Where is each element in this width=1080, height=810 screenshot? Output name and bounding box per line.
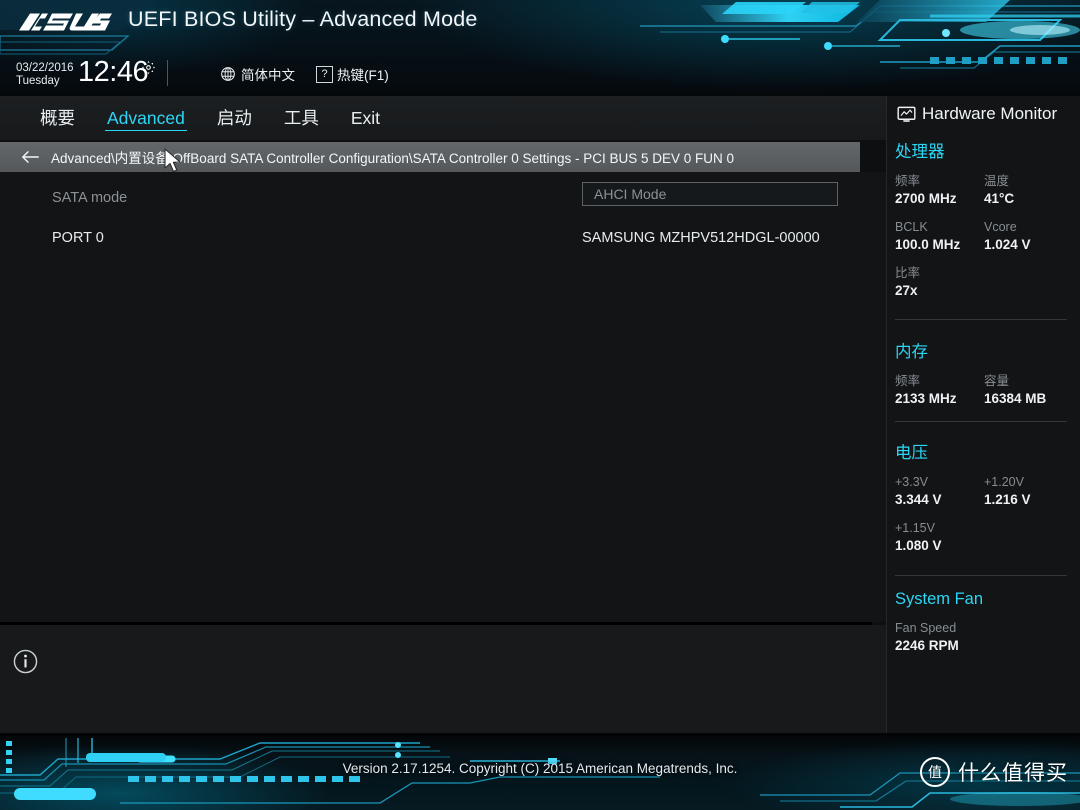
watermark-logo-icon: 值: [920, 757, 950, 787]
date-value: 03/22/2016: [16, 62, 74, 74]
gear-icon[interactable]: [141, 60, 156, 75]
hw-value: 41°C: [984, 191, 1015, 206]
tab-tool[interactable]: 工具: [268, 96, 335, 140]
hw-value: 1.024 V: [984, 237, 1031, 252]
hw-value: 1.080 V: [895, 538, 942, 553]
hw-item-voltage-1v15: +1.15V 1.080 V: [895, 520, 1073, 555]
weekday-value: Tuesday: [16, 75, 60, 87]
page-title: UEFI BIOS Utility – Advanced Mode: [128, 7, 478, 31]
hw-item-memory-capacity: 容量 16384 MB: [984, 373, 1073, 408]
hw-item-voltage-1v20: +1.20V 1.216 V: [984, 474, 1073, 509]
language-label: 简体中文: [241, 68, 295, 83]
hw-key: +1.20V: [984, 475, 1024, 489]
watermark-text: 什么值得买: [958, 762, 1068, 785]
hw-section-cpu: 处理器 频率 2700 MHz 温度 41°C BCLK 100.0 MHz V…: [895, 138, 1073, 311]
tab-advanced[interactable]: Advanced: [91, 96, 201, 140]
sata-mode-value: AHCI Mode: [594, 186, 667, 202]
asus-logo: [19, 13, 112, 31]
breadcrumb-path: Advanced\内置设备\OffBoard SATA Controller C…: [51, 151, 735, 166]
hw-divider-2: [895, 421, 1067, 422]
sata-mode-dropdown[interactable]: AHCI Mode: [582, 182, 838, 206]
tab-exit[interactable]: Exit: [335, 96, 396, 140]
globe-icon: [221, 67, 235, 81]
hw-key: +1.15V: [895, 521, 935, 535]
hw-section-memory: 内存 频率 2133 MHz 容量 16384 MB: [895, 338, 1073, 419]
tab-summary[interactable]: 概要: [24, 96, 91, 140]
hw-divider-1: [895, 319, 1067, 320]
hw-value: 100.0 MHz: [895, 237, 961, 252]
hw-key: 频率: [895, 374, 921, 388]
hw-divider-3: [895, 575, 1067, 576]
tab-boot[interactable]: 启动: [201, 96, 268, 140]
time-display: 12:46: [78, 56, 149, 88]
hw-key: 频率: [895, 174, 921, 188]
breadcrumb[interactable]: Advanced\内置设备\OffBoard SATA Controller C…: [0, 142, 860, 172]
hw-value: 2133 MHz: [895, 391, 957, 406]
hw-value: 16384 MB: [984, 391, 1047, 406]
hw-key: BCLK: [895, 220, 928, 234]
footer-bar: Version 2.17.1254. Copyright (C) 2015 Am…: [0, 733, 1080, 810]
hw-value: 3.344 V: [895, 492, 942, 507]
hw-item-memory-frequency: 频率 2133 MHz: [895, 373, 984, 408]
settings-panel: SATA mode AHCI Mode PORT 0 SAMSUNG MZHPV…: [0, 172, 886, 622]
setting-row-sata-mode[interactable]: SATA mode AHCI Mode: [0, 182, 886, 214]
back-arrow-icon[interactable]: [22, 150, 39, 164]
hw-item-vcore: Vcore 1.024 V: [984, 219, 1073, 254]
hw-heading-voltage: 电压: [895, 444, 928, 462]
hw-heading-cpu: 处理器: [895, 143, 945, 161]
hotkey-label: 热键(F1): [337, 68, 389, 83]
bios-screen: UEFI BIOS Utility – Advanced Mode 03/22/…: [0, 0, 1080, 810]
hw-key: Vcore: [984, 220, 1017, 234]
hw-value: 27x: [895, 283, 918, 298]
hw-value: 1.216 V: [984, 492, 1031, 507]
monitor-icon: [897, 106, 916, 122]
hw-key: 温度: [984, 174, 1010, 188]
port0-device-value: SAMSUNG MZHPV512HDGL-00000: [582, 230, 820, 246]
hw-item-fan-speed: Fan Speed 2246 RPM: [895, 620, 1073, 655]
hw-key: 比率: [895, 266, 921, 280]
hw-item-cpu-frequency: 频率 2700 MHz: [895, 173, 984, 208]
hw-key: 容量: [984, 374, 1010, 388]
hw-value: 2246 RPM: [895, 638, 959, 653]
help-panel: [0, 625, 886, 733]
setting-label-port0: PORT 0: [52, 230, 104, 246]
hw-item-cpu-temperature: 温度 41°C: [984, 173, 1073, 208]
footer-version-text: Version 2.17.1254. Copyright (C) 2015 Am…: [342, 761, 738, 776]
main-tab-bar: 概要 Advanced 启动 工具 Exit: [0, 96, 886, 140]
hw-section-system-fan: System Fan Fan Speed 2246 RPM: [895, 590, 1073, 666]
setting-row-port0[interactable]: PORT 0 SAMSUNG MZHPV512HDGL-00000: [0, 222, 886, 254]
hw-item-voltage-3v3: +3.3V 3.344 V: [895, 474, 984, 509]
question-mark-icon: ?: [316, 65, 333, 83]
hw-key: Fan Speed: [895, 621, 957, 635]
hw-value: 2700 MHz: [895, 191, 957, 206]
hotkey-button[interactable]: ? 热键(F1): [316, 64, 389, 84]
hardware-monitor-label: Hardware Monitor: [922, 104, 1058, 123]
info-icon[interactable]: [13, 649, 38, 674]
hw-item-bclk: BCLK 100.0 MHz: [895, 219, 984, 254]
header-bar: UEFI BIOS Utility – Advanced Mode 03/22/…: [0, 0, 1080, 96]
watermark: 值 什么值得买: [920, 757, 1068, 787]
hw-heading-system-fan: System Fan: [895, 590, 984, 608]
hardware-monitor-title: Hardware Monitor: [897, 104, 1057, 124]
header-separator: [167, 60, 168, 86]
hardware-monitor-panel: Hardware Monitor 处理器 频率 2700 MHz 温度 41°C…: [886, 96, 1080, 733]
setting-label-sata-mode: SATA mode: [52, 190, 128, 206]
date-display: 03/22/2016 Tuesday: [16, 62, 74, 88]
language-selector[interactable]: 简体中文: [220, 64, 295, 84]
mouse-cursor: [164, 148, 181, 173]
hw-item-ratio: 比率 27x: [895, 265, 1073, 300]
hw-key: +3.3V: [895, 475, 929, 489]
hw-section-voltage: 电压 +3.3V 3.344 V +1.20V 1.216 V +1.15V 1…: [895, 439, 1073, 566]
hw-heading-memory: 内存: [895, 343, 928, 361]
